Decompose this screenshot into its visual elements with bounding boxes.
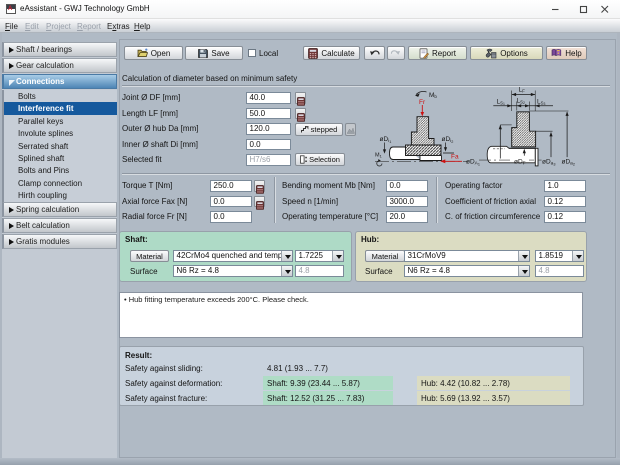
svg-text:Fa: Fa (451, 154, 459, 161)
svg-text:LS1: LS1 (497, 99, 506, 107)
svg-text:øDa2: øDa2 (562, 159, 575, 167)
svg-text:Fr: Fr (419, 99, 426, 106)
svg-text:øDi1: øDi1 (380, 136, 392, 144)
svg-text:øDi2: øDi2 (442, 136, 454, 144)
svg-text:Mb: Mb (429, 92, 437, 99)
svg-text:LS2: LS2 (517, 98, 526, 106)
svg-text:øDa3: øDa3 (542, 159, 555, 167)
svg-text:LF: LF (519, 87, 526, 94)
svg-text:M1: M1 (375, 153, 383, 159)
svg-text:øDA1: øDA1 (466, 159, 480, 167)
